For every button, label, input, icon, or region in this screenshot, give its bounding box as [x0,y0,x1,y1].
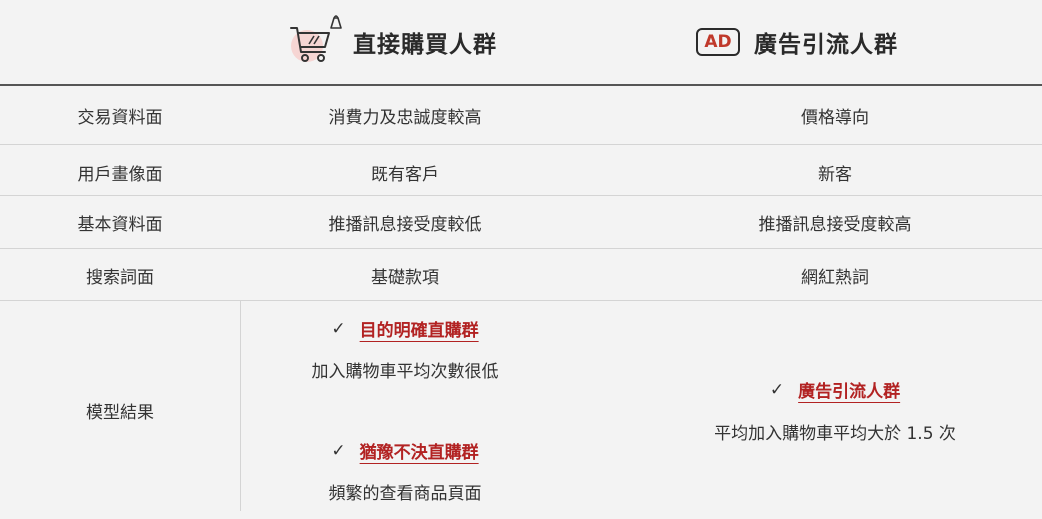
result-description: 加入購物車平均次數很低 [311,362,499,382]
model-result-label: 模型結果 [86,402,154,423]
table-row: 搜索詞面 基礎款項 網紅熱詞 [0,249,1042,301]
result-title: 廣告引流人群 [798,382,901,402]
row-ad-value: 價格導向 [801,107,869,128]
direct-buyers-title: 直接購買人群 [353,32,497,58]
table-row: 用戶畫像面 既有客戶 新客 [0,145,1042,199]
row-ad-value: 推播訊息接受度較高 [758,214,912,235]
table-row: 基本資料面 推播訊息接受度較低 推播訊息接受度較高 [0,196,1042,248]
ad-traffic-results: ✓ 廣告引流人群 平均加入購物車平均大於 1.5 次 [640,301,1030,519]
result-item: ✓ 目的明確直購群 [240,316,570,342]
direct-buyers-results: ✓ 目的明確直購群 加入購物車平均次數很低 ✓ 猶豫不決直購群 頻繁的查看商品頁… [240,301,570,519]
row-ad-value: 新客 [818,164,852,185]
table-row: 交易資料面 消費力及忠誠度較高 價格導向 [0,86,1042,144]
checkmark-icon: ✓ [331,440,346,461]
result-item: ✓ 猶豫不決直購群 [240,438,570,464]
row-label: 搜索詞面 [86,267,154,288]
shopping-cart-icon [287,14,343,70]
result-title: 目的明確直購群 [359,321,479,341]
row-label: 用戶畫像面 [77,164,163,185]
row-direct-value: 基礎款項 [371,267,439,288]
row-direct-value: 推播訊息接受度較低 [328,214,482,235]
header-direct-buyers: 直接購買人群 [287,0,497,84]
model-result-row: 模型結果 ✓ 目的明確直購群 加入購物車平均次數很低 ✓ 猶豫不決直購群 頻繁的… [0,301,1042,519]
result-title: 猶豫不決直購群 [359,443,479,463]
ad-traffic-title: 廣告引流人群 [754,32,898,58]
row-ad-value: 網紅熱詞 [801,267,869,288]
checkmark-icon: ✓ [769,379,785,400]
ad-badge-icon: AD [696,28,740,56]
comparison-table: 直接購買人群 AD 廣告引流人群 交易資料面 消費力及忠誠度較高 價格導向 用戶… [0,0,1042,519]
result-description: 平均加入購物車平均大於 1.5 次 [714,424,956,444]
row-label: 交易資料面 [77,107,163,128]
result-description: 頻繁的查看商品頁面 [328,484,482,504]
row-label: 基本資料面 [77,214,163,235]
row-direct-value: 既有客戶 [371,164,439,185]
checkmark-icon: ✓ [331,318,346,339]
header-ad-traffic: AD 廣告引流人群 [696,0,898,84]
row-direct-value: 消費力及忠誠度較高 [328,107,482,128]
result-item: ✓ 廣告引流人群 [640,377,1030,403]
